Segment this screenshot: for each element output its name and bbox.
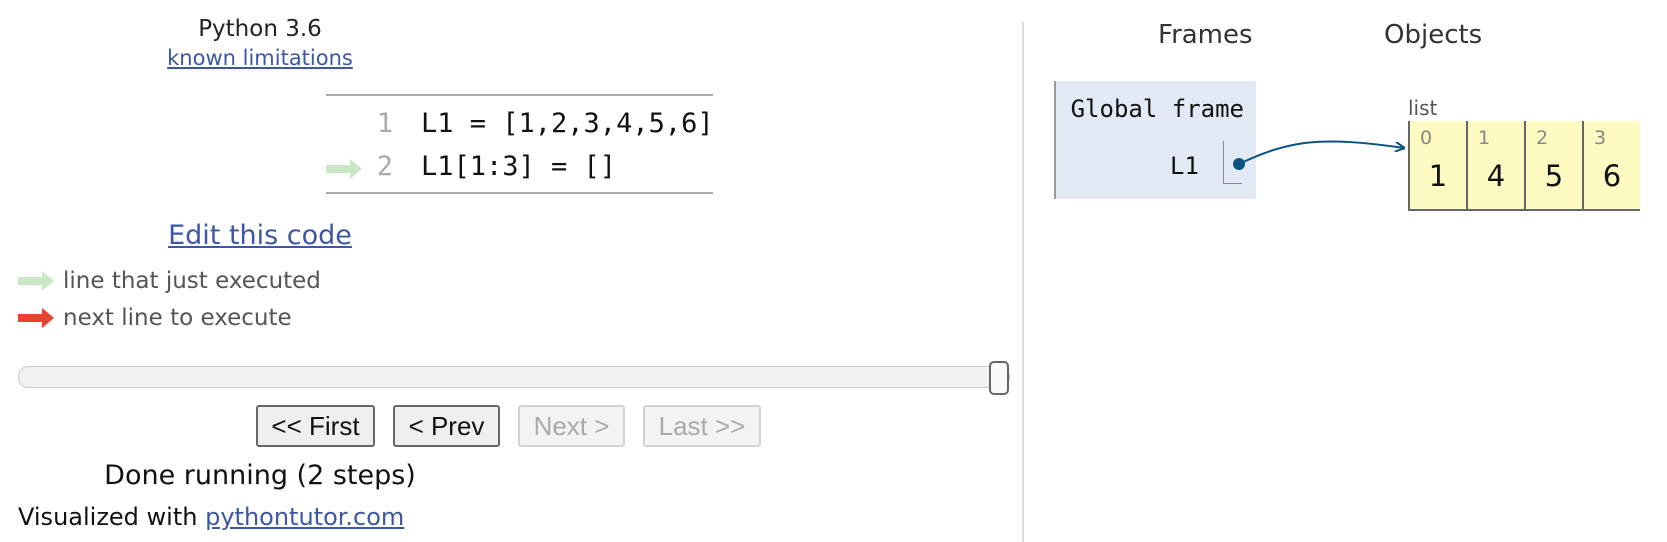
line-number: 2 — [376, 151, 393, 182]
legend-executed-text: line that just executed — [63, 268, 321, 294]
list-index: 1 — [1478, 127, 1491, 149]
prev-button[interactable]: < Prev — [393, 405, 500, 447]
pythontutor-link[interactable]: pythontutor.com — [205, 503, 404, 531]
next-button[interactable]: Next > — [518, 405, 625, 447]
list-cell: 1 4 — [1466, 121, 1524, 209]
known-limitations-link[interactable]: known limitations — [0, 46, 520, 70]
list-type-label: list — [1408, 96, 1438, 120]
variable-value-slot — [1223, 141, 1242, 184]
list-value: 4 — [1486, 159, 1506, 193]
edit-code-link[interactable]: Edit this code — [0, 220, 520, 251]
list-index: 2 — [1536, 127, 1549, 149]
list-object: 0 1 1 4 2 5 3 6 — [1408, 121, 1640, 211]
language-label: Python 3.6 — [198, 16, 322, 42]
objects-heading: Objects — [1384, 20, 1483, 50]
list-value: 1 — [1428, 159, 1448, 193]
pointer-line — [1238, 140, 1404, 165]
code-line-1: 1 L1 = [1,2,3,4,5,6] — [326, 102, 714, 142]
last-button[interactable]: Last >> — [643, 405, 761, 447]
code-text: L1[1:3] = [] — [421, 151, 617, 182]
list-cell: 2 5 — [1524, 121, 1582, 209]
list-value: 6 — [1602, 159, 1622, 193]
step-slider-handle[interactable] — [989, 361, 1009, 395]
frames-heading: Frames — [1158, 20, 1253, 50]
green-arrow-icon — [18, 271, 54, 291]
code-listing: 1 L1 = [1,2,3,4,5,6] 2 L1[1:3] = [] — [326, 94, 714, 194]
code-line-2: 2 L1[1:3] = [] — [326, 145, 713, 185]
list-index: 3 — [1594, 127, 1607, 149]
list-index: 0 — [1420, 127, 1433, 149]
status-text: Done running (2 steps) — [104, 460, 416, 491]
list-cell: 3 6 — [1582, 121, 1640, 209]
variable-name: L1 — [1170, 152, 1199, 180]
red-arrow-icon — [18, 308, 54, 328]
list-cell: 0 1 — [1408, 121, 1466, 209]
legend-next-text: next line to execute — [63, 305, 292, 331]
list-value: 5 — [1544, 159, 1564, 193]
line-number: 1 — [376, 108, 393, 139]
first-button[interactable]: << First — [256, 405, 375, 447]
footer-prefix: Visualized with — [18, 503, 206, 531]
step-slider-track[interactable] — [18, 366, 1010, 388]
footer: Visualized with pythontutor.com — [18, 503, 404, 531]
global-frame-title: Global frame — [1070, 95, 1244, 123]
code-text: L1 = [1,2,3,4,5,6] — [421, 108, 714, 139]
global-frame: Global frame L1 — [1054, 81, 1256, 199]
executed-line-arrow-icon — [326, 159, 362, 179]
pane-divider — [1022, 22, 1024, 542]
